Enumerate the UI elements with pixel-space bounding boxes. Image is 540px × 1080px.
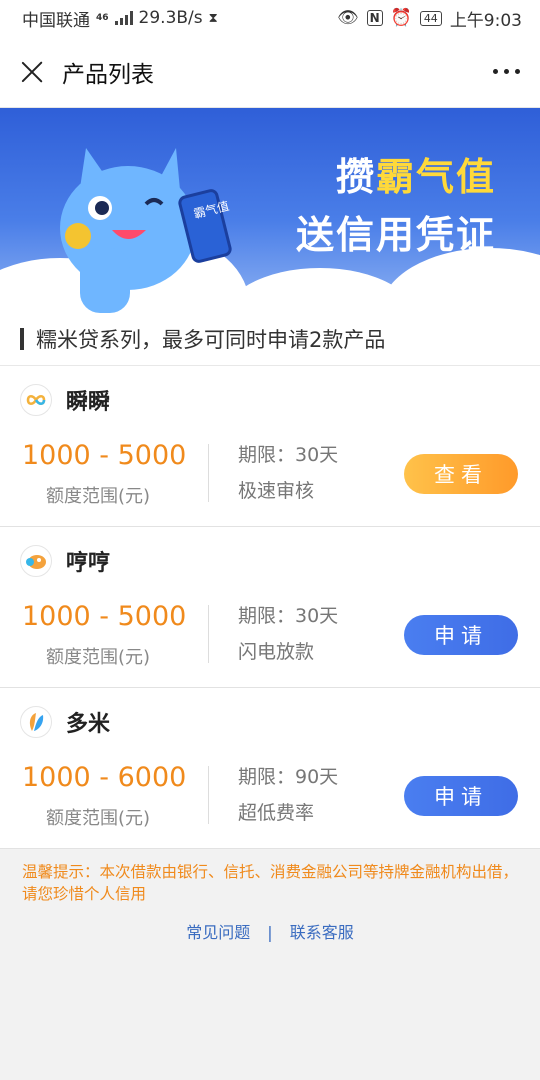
product-name: 多米 <box>66 712 111 737</box>
feather-logo-icon <box>20 706 52 738</box>
divider <box>208 605 209 663</box>
section-header: 糯米贷系列，最多可同时申请2款产品 <box>0 313 540 366</box>
amount-range: 1000 - 5000 <box>22 440 187 471</box>
alarm-icon: ⏰ <box>390 8 412 28</box>
loan-term: 期限：90天 <box>238 766 339 788</box>
loan-term: 期限：30天 <box>238 444 339 466</box>
network-speed: 29.3B/s <box>138 8 203 28</box>
product-card-duomi[interactable]: 多米 1000 - 6000 额度范围(元) 期限：90天 超低费率 申请 <box>0 688 540 849</box>
section-marker <box>20 328 24 350</box>
product-feature: 超低费率 <box>238 802 315 824</box>
product-card-shunshun[interactable]: 瞬瞬 1000 - 5000 额度范围(元) 期限：30天 极速审核 查看 <box>0 366 540 527</box>
warm-tip: 温馨提示：本次借款由银行、信托、消费金融公司等持牌金融机构出借，请您珍惜个人信用 <box>22 863 519 903</box>
title-bar: 产品列表 <box>0 36 540 108</box>
more-options-icon[interactable] <box>493 61 520 82</box>
view-button[interactable]: 查看 <box>404 454 518 494</box>
footer-links: 常见问题 | 联系客服 <box>0 919 540 943</box>
product-name: 哼哼 <box>66 551 111 576</box>
faq-link[interactable]: 常见问题 <box>186 923 250 942</box>
nfc-icon: N <box>366 10 383 26</box>
product-feature: 闪电放款 <box>238 641 315 663</box>
eye-icon: 👁 <box>337 8 359 28</box>
amount-range: 1000 - 6000 <box>22 762 187 793</box>
hourglass-icon: ⧗ <box>208 10 218 26</box>
product-name: 瞬瞬 <box>66 390 111 415</box>
amount-range: 1000 - 5000 <box>22 601 187 632</box>
infinity-logo-icon <box>20 384 52 416</box>
promo-banner[interactable]: 霸气值 攒霸气值 送信用凭证 <box>0 108 540 313</box>
amount-range-label: 额度范围(元) <box>45 647 151 668</box>
contact-support-link[interactable]: 联系客服 <box>290 923 354 942</box>
mascot-illustration: 霸气值 <box>60 148 232 313</box>
piggy-logo-icon <box>20 545 52 577</box>
battery-icon: 44 <box>419 10 442 26</box>
loan-term: 期限：30天 <box>238 605 339 627</box>
divider <box>208 444 209 502</box>
close-icon[interactable] <box>20 60 44 84</box>
signal-icon <box>114 11 133 25</box>
network-type-icon: 46 <box>96 13 109 23</box>
product-card-hengheng[interactable]: 哼哼 1000 - 5000 额度范围(元) 期限：30天 闪电放款 申请 <box>0 527 540 688</box>
divider <box>208 766 209 824</box>
apply-button[interactable]: 申请 <box>404 776 518 816</box>
banner-headline-1: 攒霸气值 <box>335 155 496 199</box>
banner-headline-2: 送信用凭证 <box>295 213 496 257</box>
apply-button[interactable]: 申请 <box>404 615 518 655</box>
status-bar: 中国联通 46 29.3B/s ⧗ 👁 N ⏰ 44 上午9:03 <box>0 0 540 36</box>
clock: 上午9:03 <box>449 10 522 31</box>
product-feature: 极速审核 <box>238 480 315 502</box>
link-separator: | <box>267 923 273 942</box>
carrier-label: 中国联通 <box>22 10 90 31</box>
amount-range-label: 额度范围(元) <box>45 486 151 507</box>
section-title: 糯米贷系列，最多可同时申请2款产品 <box>36 328 386 352</box>
amount-range-label: 额度范围(元) <box>45 808 151 829</box>
page-title: 产品列表 <box>62 61 154 88</box>
